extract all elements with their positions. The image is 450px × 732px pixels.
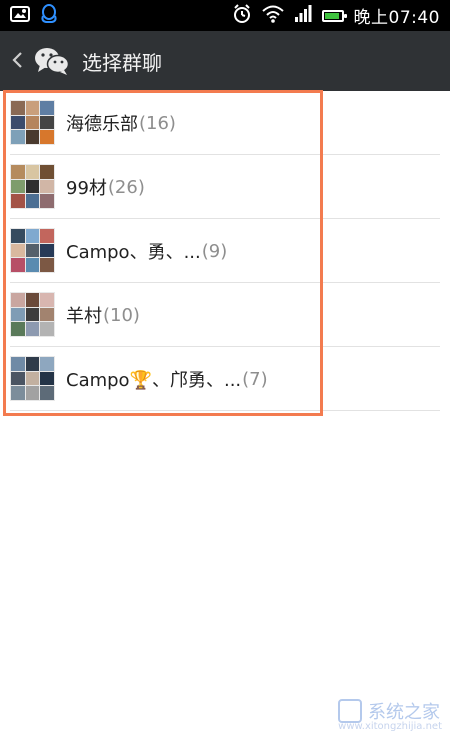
group-avatar	[10, 100, 55, 145]
image-icon	[10, 5, 30, 26]
clock: 晚上07:40	[353, 8, 440, 28]
group-name: Campo🏆、邝勇、... (7)	[66, 368, 268, 392]
group-avatar	[10, 292, 55, 337]
battery-fill	[324, 12, 339, 19]
battery-icon	[321, 9, 347, 22]
group-name: Campo、勇、... (9)	[66, 240, 228, 264]
list-item[interactable]: Campo🏆、邝勇、... (7)	[0, 347, 450, 411]
chevron-left-icon[interactable]	[10, 47, 24, 75]
signal-icon	[294, 4, 312, 27]
wechat-icon	[34, 46, 70, 76]
list-item[interactable]: 海德乐部 (16)	[0, 91, 450, 155]
group-name: 99材 (26)	[66, 176, 145, 200]
group-avatar	[10, 164, 55, 209]
group-avatar	[10, 356, 55, 401]
group-avatar	[10, 228, 55, 273]
wifi-icon	[261, 5, 284, 27]
status-bar: 晚上07:40	[0, 0, 450, 31]
status-left	[10, 3, 58, 29]
title-bar: 选择群聊	[0, 31, 450, 91]
group-name: 海德乐部 (16)	[66, 112, 176, 136]
watermark-logo-icon	[338, 699, 362, 723]
alarm-icon	[232, 3, 252, 28]
group-list: 海德乐部 (16) 99材 (26) Campo、勇、... (9) 羊村 (10)	[0, 91, 450, 411]
qq-icon	[40, 3, 58, 29]
list-item[interactable]: 99材 (26)	[0, 155, 450, 219]
list-item[interactable]: 羊村 (10)	[0, 283, 450, 347]
page-title: 选择群聊	[82, 50, 162, 75]
list-item[interactable]: Campo、勇、... (9)	[0, 219, 450, 283]
watermark-url: www.xitongzhijia.net	[338, 721, 442, 732]
status-right: 晚上07:40	[232, 3, 441, 28]
group-name: 羊村 (10)	[66, 304, 140, 328]
